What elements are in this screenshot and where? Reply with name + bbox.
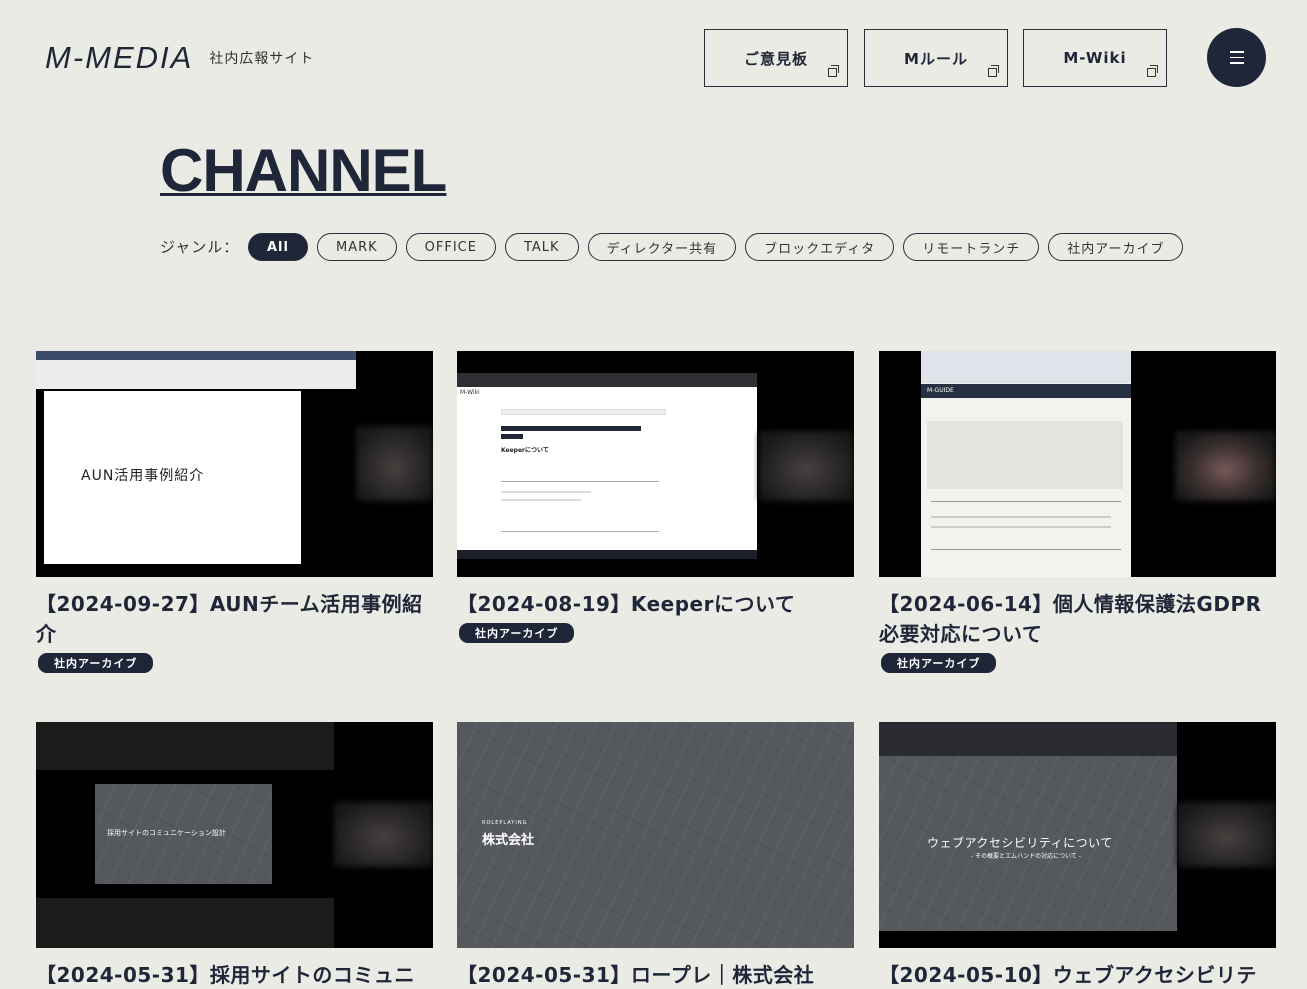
logo-text: M-MEDIA bbox=[45, 40, 194, 75]
feedback-board-label: ご意見板 bbox=[743, 49, 808, 68]
video-card[interactable]: ROLEPLAYING 株式会社 【2024-05-31】ロープレ｜株式会社 bbox=[457, 722, 854, 989]
video-thumbnail[interactable]: M-Wiki Keeperについて bbox=[457, 351, 854, 577]
genre-chip-remote-lunch[interactable]: リモートランチ bbox=[903, 233, 1040, 261]
video-thumbnail[interactable]: AUN活用事例紹介 bbox=[36, 351, 433, 577]
video-title[interactable]: 【2024-05-10】ウェブアクセシビリティ bbox=[879, 960, 1276, 989]
genre-label: ジャンル： bbox=[160, 238, 240, 256]
genre-filter: All MARK OFFICE TALK ディレクター共有 ブロックエディタ リ… bbox=[248, 233, 1184, 261]
video-card[interactable]: M-GUIDE 【2024-06-14】個人情報保護法GDPR必要対応について … bbox=[879, 351, 1276, 673]
thumbnail-slide-text: Keeperについて bbox=[501, 447, 549, 454]
genre-tag[interactable]: 社内アーカイブ bbox=[38, 653, 154, 673]
external-link-icon bbox=[1147, 65, 1158, 77]
thumbnail-slide-label: ROLEPLAYING bbox=[482, 820, 528, 826]
video-thumbnail[interactable]: ROLEPLAYING 株式会社 bbox=[457, 722, 854, 948]
thumbnail-logo: M-Wiki bbox=[460, 389, 480, 396]
site-subtitle: 社内広報サイト bbox=[209, 51, 315, 67]
genre-chip-director-share[interactable]: ディレクター共有 bbox=[587, 233, 737, 261]
video-title[interactable]: 【2024-09-27】AUNチーム活用事例紹介 bbox=[36, 589, 433, 649]
hamburger-menu-button[interactable] bbox=[1207, 28, 1266, 87]
m-rule-button[interactable]: Mルール bbox=[864, 29, 1008, 87]
webcam-video bbox=[356, 426, 433, 501]
genre-chip-block-editor[interactable]: ブロックエディタ bbox=[745, 233, 895, 261]
thumbnail-slide-text: AUN活用事例紹介 bbox=[81, 468, 205, 484]
genre-chip-talk[interactable]: TALK bbox=[504, 233, 579, 261]
webcam-video bbox=[1175, 431, 1276, 501]
video-card[interactable]: 採用サイトのコミュニケーション設計 【2024-05-31】採用サイトのコミュニ… bbox=[36, 722, 433, 989]
thumbnail-slide-text: ウェブアクセシビリティについて bbox=[927, 836, 1113, 850]
m-rule-label: Mルール bbox=[904, 49, 968, 68]
video-title[interactable]: 【2024-05-31】採用サイトのコミュニケ bbox=[36, 960, 433, 989]
webcam-video bbox=[1177, 802, 1276, 867]
video-card[interactable]: AUN活用事例紹介 【2024-09-27】AUNチーム活用事例紹介 社内アーカ… bbox=[36, 351, 433, 673]
feedback-board-button[interactable]: ご意見板 bbox=[704, 29, 848, 87]
genre-chip-all[interactable]: All bbox=[248, 233, 308, 261]
video-thumbnail[interactable]: ウェブアクセシビリティについて - その概要とエムハンドの対応について - bbox=[879, 722, 1276, 948]
external-link-icon bbox=[828, 65, 839, 77]
site-logo[interactable]: M-MEDIA 社内広報サイト bbox=[45, 40, 314, 76]
thumbnail-slide-text: 株式会社 bbox=[482, 833, 535, 848]
video-card[interactable]: M-Wiki Keeperについて 【2024-08-19】Keeperについて… bbox=[457, 351, 854, 643]
genre-chip-internal-archive[interactable]: 社内アーカイブ bbox=[1048, 233, 1184, 261]
thumbnail-logo: M-GUIDE bbox=[927, 387, 954, 394]
webcam-video bbox=[334, 802, 433, 867]
genre-tag[interactable]: 社内アーカイブ bbox=[881, 653, 997, 673]
genre-chip-office[interactable]: OFFICE bbox=[405, 233, 496, 261]
page-title: CHANNEL bbox=[160, 137, 447, 204]
video-title[interactable]: 【2024-08-19】Keeperについて bbox=[457, 589, 854, 619]
page: M-MEDIA 社内広報サイト ご意見板 Mルール M-Wiki CHANNEL… bbox=[0, 0, 1307, 989]
thumbnail-slide-text: 採用サイトのコミュニケーション設計 bbox=[107, 829, 226, 837]
video-thumbnail[interactable]: 採用サイトのコミュニケーション設計 bbox=[36, 722, 433, 948]
video-title[interactable]: 【2024-06-14】個人情報保護法GDPR必要対応について bbox=[879, 589, 1276, 649]
genre-chip-mark[interactable]: MARK bbox=[316, 233, 397, 261]
webcam-video bbox=[759, 431, 854, 501]
video-title[interactable]: 【2024-05-31】ロープレ｜株式会社 bbox=[457, 960, 854, 989]
hamburger-menu-icon bbox=[1229, 51, 1244, 53]
genre-tag[interactable]: 社内アーカイブ bbox=[459, 623, 575, 643]
video-thumbnail[interactable]: M-GUIDE bbox=[879, 351, 1276, 577]
video-card[interactable]: ウェブアクセシビリティについて - その概要とエムハンドの対応について - 【2… bbox=[879, 722, 1276, 989]
m-wiki-button[interactable]: M-Wiki bbox=[1023, 29, 1167, 87]
thumbnail-slide-subtext: - その概要とエムハンドの対応について - bbox=[971, 853, 1081, 860]
m-wiki-label: M-Wiki bbox=[1063, 49, 1127, 67]
external-link-icon bbox=[988, 65, 999, 77]
